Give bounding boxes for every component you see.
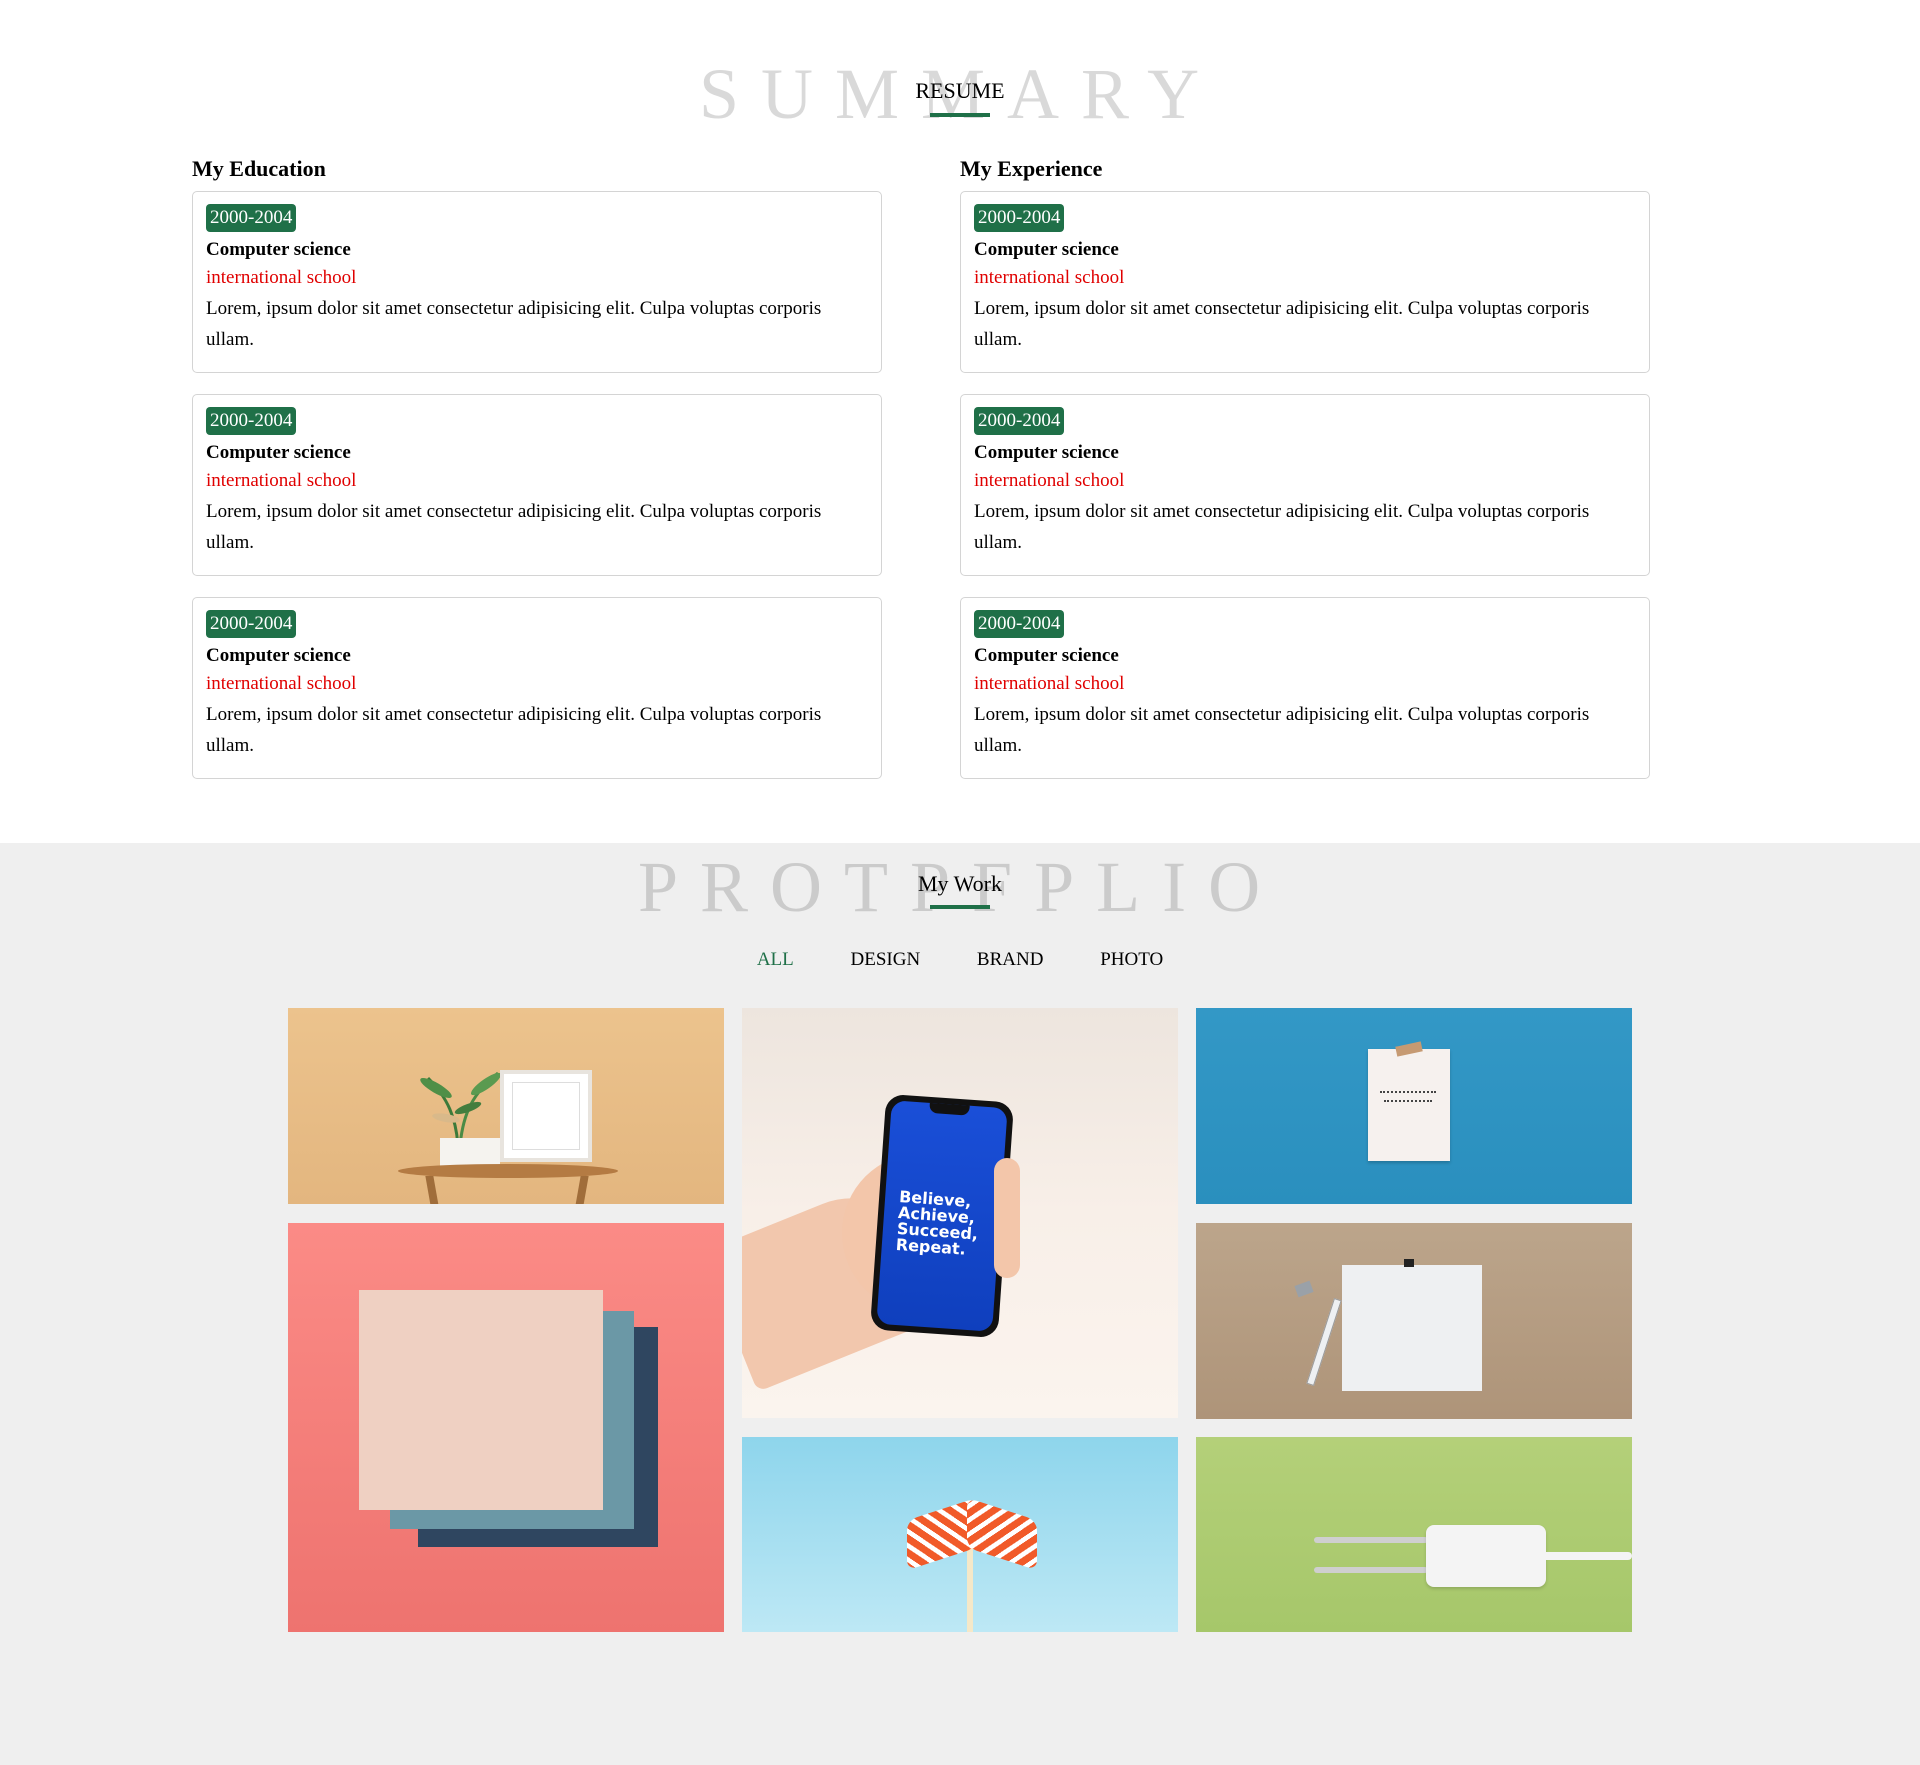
degree-title: Computer science — [206, 442, 351, 463]
filter-design[interactable]: DESIGN — [851, 949, 921, 971]
sharpener-graphic — [1294, 1280, 1314, 1298]
school-name: international school — [974, 267, 1125, 288]
portfolio-image-charger[interactable] — [1196, 1437, 1632, 1632]
clip-graphic — [1404, 1259, 1414, 1267]
portfolio-image-phone[interactable]: Believe, Achieve, Succeed, Repeat. — [742, 1008, 1178, 1418]
filter-brand[interactable]: BRAND — [977, 949, 1044, 971]
degree-title: Computer science — [974, 239, 1119, 260]
card-description: Lorem, ipsum dolor sit amet consectetur … — [206, 298, 822, 350]
plug-pin-graphic — [1314, 1537, 1428, 1543]
education-heading: My Education — [192, 156, 326, 181]
plug-pin-graphic — [1314, 1567, 1428, 1573]
year-badge: 2000-2004 — [206, 407, 297, 435]
card-text-line-graphic — [1380, 1091, 1436, 1096]
year-badge: 2000-2004 — [974, 407, 1065, 435]
phone-graphic: Believe, Achieve, Succeed, Repeat. — [869, 1093, 1015, 1339]
portfolio-image-blue-card[interactable] — [1196, 1008, 1632, 1204]
photo-frame-graphic — [500, 1070, 592, 1162]
paper-beige-graphic — [359, 1290, 603, 1510]
stick-graphic — [967, 1537, 973, 1632]
phone-screen-text: Believe, Achieve, Succeed, Repeat. — [876, 1100, 1008, 1332]
portfolio-filter-bar: ALL DESIGN BRAND PHOTO — [0, 949, 1920, 971]
school-name: international school — [206, 267, 357, 288]
experience-card: 2000-2004 Computer science international… — [960, 394, 1650, 576]
portfolio-image-pinwheel[interactable] — [742, 1437, 1178, 1632]
school-name: international school — [206, 470, 357, 491]
card-description: Lorem, ipsum dolor sit amet consectetur … — [974, 501, 1590, 553]
finger-graphic — [994, 1158, 1020, 1278]
plant-graphic — [408, 1058, 508, 1148]
card-description: Lorem, ipsum dolor sit amet consectetur … — [206, 704, 822, 756]
charger-graphic — [1426, 1525, 1546, 1587]
resume-section: SUMMARY RESUME My Education 2000-2004 Co… — [0, 0, 1920, 843]
school-name: international school — [206, 673, 357, 694]
portfolio-title: My Work — [918, 871, 1002, 896]
paper-sheet-graphic — [1342, 1265, 1482, 1391]
degree-title: Computer science — [206, 645, 351, 666]
school-name: international school — [974, 470, 1125, 491]
education-column: My Education 2000-2004 Computer science … — [192, 157, 882, 800]
experience-heading: My Experience — [960, 156, 1103, 181]
portfolio-title-underline — [930, 905, 990, 909]
filter-photo[interactable]: PHOTO — [1100, 949, 1163, 971]
pinwheel-wing-graphic — [967, 1497, 1037, 1571]
filter-all[interactable]: ALL — [757, 949, 794, 971]
education-card: 2000-2004 Computer science international… — [192, 191, 882, 373]
degree-title: Computer science — [974, 645, 1119, 666]
education-card: 2000-2004 Computer science international… — [192, 394, 882, 576]
table-leg-graphic — [425, 1176, 439, 1204]
year-badge: 2000-2004 — [206, 204, 297, 232]
education-card: 2000-2004 Computer science international… — [192, 597, 882, 779]
portfolio-image-plant-table[interactable] — [288, 1008, 724, 1204]
cable-graphic — [1542, 1552, 1632, 1560]
card-description: Lorem, ipsum dolor sit amet consectetur … — [974, 298, 1590, 350]
year-badge: 2000-2004 — [974, 204, 1065, 232]
portfolio-image-paper-stack[interactable] — [288, 1223, 724, 1632]
resume-title-underline — [930, 113, 990, 117]
experience-card: 2000-2004 Computer science international… — [960, 597, 1650, 779]
card-text-line-graphic — [1384, 1100, 1432, 1105]
degree-title: Computer science — [206, 239, 351, 260]
table-leg-graphic — [575, 1176, 589, 1204]
experience-card: 2000-2004 Computer science international… — [960, 191, 1650, 373]
degree-title: Computer science — [974, 442, 1119, 463]
school-name: international school — [974, 673, 1125, 694]
experience-column: My Experience 2000-2004 Computer science… — [960, 157, 1650, 800]
card-description: Lorem, ipsum dolor sit amet consectetur … — [206, 501, 822, 553]
year-badge: 2000-2004 — [974, 610, 1065, 638]
portfolio-image-kraft-paper[interactable] — [1196, 1223, 1632, 1419]
year-badge: 2000-2004 — [206, 610, 297, 638]
card-graphic — [1368, 1049, 1450, 1161]
resume-title: RESUME — [915, 78, 1005, 103]
portfolio-section: PROTPFPLIO My Work ALL DESIGN BRAND PHOT… — [0, 843, 1920, 1765]
box-graphic — [440, 1138, 500, 1166]
card-description: Lorem, ipsum dolor sit amet consectetur … — [974, 704, 1590, 756]
pen-graphic — [1306, 1297, 1342, 1387]
